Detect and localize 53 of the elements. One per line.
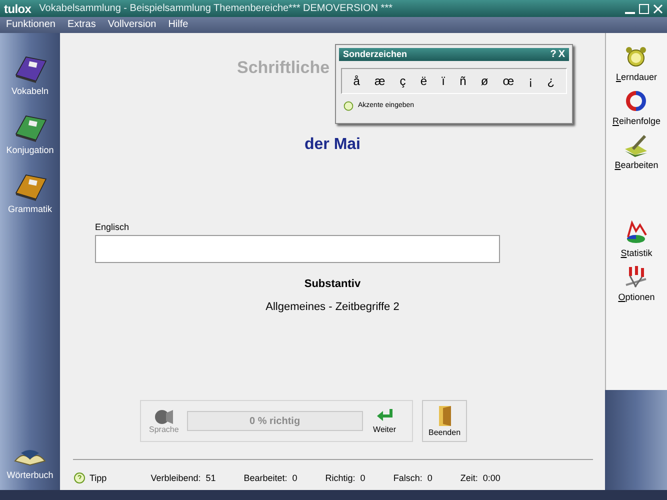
menu-item[interactable]: Hilfe [168, 20, 188, 30]
sidebar-item[interactable]: Konjugation [6, 146, 54, 155]
door-icon [436, 405, 452, 427]
char-key[interactable]: ç [400, 72, 406, 90]
status-item: Bearbeitet: 0 [244, 472, 298, 485]
next-button[interactable]: Weiter [373, 426, 396, 434]
exercise-heading: Schriftliche [237, 57, 330, 79]
maximize-button[interactable] [639, 4, 649, 14]
app-logo: tulox [4, 2, 32, 14]
tool-button[interactable]: Optionen [618, 293, 655, 302]
menu-item[interactable]: Funktionen [6, 20, 56, 30]
char-key[interactable]: ¡ [528, 72, 533, 90]
char-key[interactable]: œ [502, 72, 514, 90]
help-bubble-icon [72, 472, 86, 486]
char-key[interactable]: ë [420, 72, 428, 90]
char-key[interactable]: ø [480, 72, 488, 90]
dialog-title: Sonderzeichen [343, 48, 408, 61]
close-button[interactable]: X [558, 50, 565, 60]
tool-button[interactable]: Bearbeiten [614, 161, 658, 170]
menu-item[interactable]: Extras [67, 20, 96, 30]
menu-item[interactable]: Vollversion [108, 20, 156, 30]
answer-label: Englisch [95, 220, 130, 234]
status-item: Verbleibend: 51 [150, 472, 216, 485]
status-item: Richtig: 0 [325, 472, 366, 485]
return-arrow-icon [376, 408, 394, 422]
answer-field[interactable] [95, 235, 500, 263]
status-item: Zeit: 0:00 [460, 472, 500, 485]
tip-link[interactable]: Tipp [90, 472, 107, 486]
char-key[interactable]: ¿ [547, 72, 555, 90]
question-word: der Mai [304, 134, 360, 154]
tool-button[interactable]: Reihenfolge [612, 117, 661, 126]
quit-button[interactable]: Beenden [422, 400, 467, 442]
dictionary-button[interactable]: Wörterbuch [6, 471, 54, 480]
status-item: Falsch: 0 [393, 472, 432, 485]
char-key[interactable]: ñ [460, 72, 466, 90]
char-key[interactable]: å [353, 72, 360, 90]
category-text: Allgemeines - Zeitbegriffe 2 [266, 300, 400, 314]
window-title: Vokabelsammlung - Beispielsammlung Themenbereiche*** DEMOVERSION *** [39, 4, 392, 14]
help-button[interactable]: ? [550, 50, 556, 60]
close-icon[interactable] [653, 4, 663, 14]
char-key[interactable]: æ [374, 72, 386, 90]
sidebar-item[interactable]: Grammatik [8, 205, 52, 214]
sidebar-item[interactable]: Vokabeln [11, 87, 49, 96]
char-key[interactable]: ï [442, 72, 445, 90]
open-book-icon [13, 447, 47, 467]
speaker-icon [154, 408, 174, 426]
progress-reading: 0 % richtig [250, 414, 300, 428]
tool-button[interactable]: Statistik [620, 249, 652, 258]
help-bubble-icon [343, 101, 354, 112]
alarm-clock-icon [624, 45, 648, 69]
pen-on-paper-icon [623, 133, 650, 157]
word-type: Substantiv [304, 277, 361, 292]
tool-button[interactable]: Lerndauer [616, 73, 658, 82]
